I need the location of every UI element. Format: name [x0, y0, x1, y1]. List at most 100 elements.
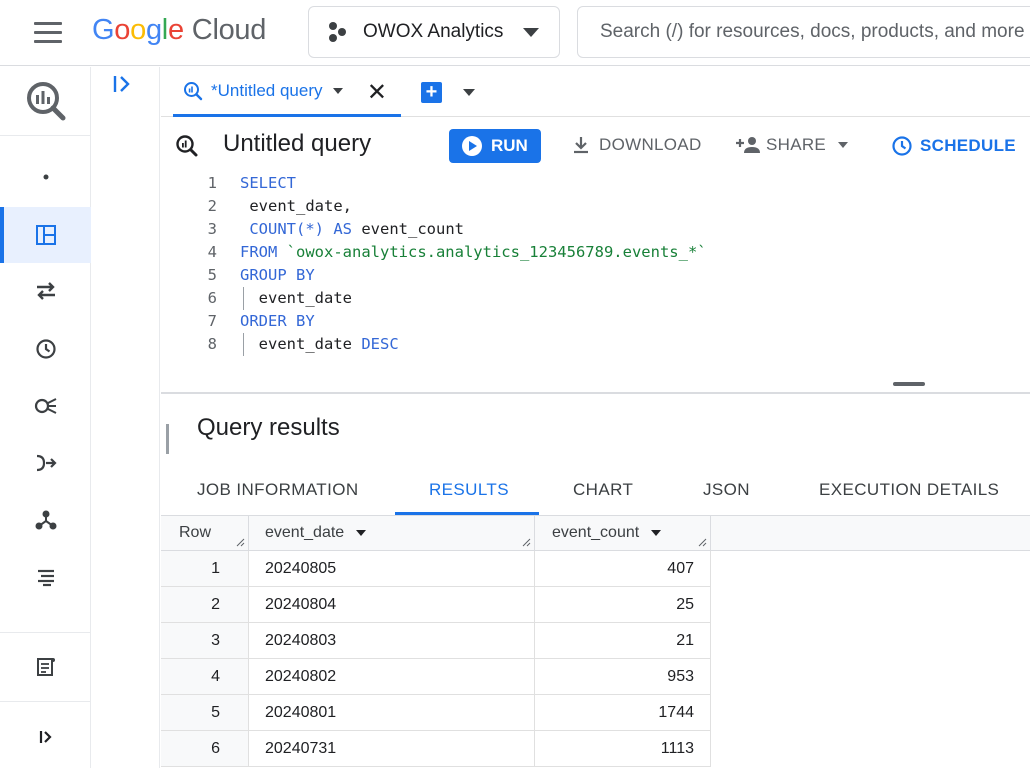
event-date-cell[interactable]: 20240803	[249, 623, 535, 659]
panel-resize-handle[interactable]	[166, 424, 169, 454]
left-nav-rail	[0, 67, 91, 768]
event-date-cell[interactable]: 20240801	[249, 695, 535, 731]
tab-label: *Untitled query	[211, 80, 323, 100]
main-menu-icon[interactable]	[34, 22, 62, 44]
play-icon	[462, 136, 482, 156]
sql-keyword: GROUP BY	[240, 266, 315, 284]
schedule-label: SCHEDULE	[920, 136, 1016, 155]
code-line[interactable]: event_date	[240, 289, 352, 307]
event-count-cell[interactable]: 407	[535, 551, 711, 587]
event-date-cell[interactable]: 20240802	[249, 659, 535, 695]
sql-keyword: SELECT	[240, 174, 296, 192]
event-date-cell[interactable]: 20240731	[249, 731, 535, 767]
sort-menu-icon[interactable]	[651, 530, 662, 536]
column-header-event-date[interactable]: event_date	[249, 516, 535, 551]
tab-job-information[interactable]: JOB INFORMATION	[197, 480, 359, 500]
dataform-icon[interactable]	[0, 435, 91, 491]
code-line[interactable]: event_date DESC	[240, 335, 399, 353]
logo-letter: o	[130, 14, 146, 46]
column-resize-icon[interactable]	[522, 538, 531, 547]
data-transfers-icon[interactable]	[0, 263, 91, 319]
tab-execution-details[interactable]: EXECUTION DETAILS	[819, 480, 999, 500]
row-number-cell[interactable]: 5	[161, 695, 249, 731]
sql-keyword: AS	[333, 220, 352, 238]
query-icon	[184, 81, 203, 100]
column-header-event-count[interactable]: event_count	[535, 516, 711, 551]
sort-menu-icon[interactable]	[356, 530, 367, 536]
row-number-cell[interactable]: 3	[161, 623, 249, 659]
header-filler	[711, 516, 1030, 551]
column-header-label: event_count	[552, 524, 640, 541]
event-count-cell[interactable]: 1744	[535, 695, 711, 731]
sql-token: event_date	[240, 289, 352, 307]
tab-untitled-query[interactable]: *Untitled query ✕	[173, 67, 401, 117]
code-line[interactable]: GROUP BY	[240, 266, 315, 284]
bigquery-logo-icon[interactable]	[0, 73, 91, 129]
studio-icon[interactable]	[0, 207, 91, 263]
tab-menu-caret-icon[interactable]	[332, 87, 343, 94]
sql-editor[interactable]: 1 2 3 4 5 6 7 8 SELECT event_date, COUNT(*) AS e…	[161, 172, 1030, 394]
expand-explorer-icon[interactable]	[110, 73, 136, 100]
expand-icon[interactable]	[0, 709, 91, 765]
column-header-row: Row	[161, 516, 249, 551]
column-resize-icon[interactable]	[698, 538, 707, 547]
project-icon	[329, 21, 351, 43]
editor-resize-handle[interactable]	[893, 382, 925, 386]
new-tab-menu-chevron-icon[interactable]	[463, 89, 475, 96]
event-count-cell[interactable]: 953	[535, 659, 711, 695]
sql-keyword: FROM	[240, 243, 287, 261]
line-number: 4	[207, 243, 217, 261]
active-tab-indicator	[395, 512, 539, 515]
dot-icon[interactable]	[0, 149, 91, 205]
column-resize-icon[interactable]	[236, 538, 245, 547]
column-header-label: event_date	[265, 524, 345, 541]
query-title-icon	[175, 134, 199, 163]
code-line[interactable]: COUNT(*) AS event_count	[240, 220, 464, 238]
code-line[interactable]: event_date,	[240, 197, 352, 215]
download-icon	[574, 137, 588, 154]
row-number-cell[interactable]: 4	[161, 659, 249, 695]
top-app-bar: Google Cloud OWOX Analytics	[0, 0, 1030, 66]
line-number: 3	[207, 220, 217, 238]
sql-keyword: DESC	[361, 335, 399, 353]
row-number-cell[interactable]: 1	[161, 551, 249, 587]
share-button[interactable]: SHARE	[735, 135, 849, 155]
code-line[interactable]: ORDER BY	[240, 312, 315, 330]
download-button[interactable]: DOWNLOAD	[571, 135, 702, 155]
run-button[interactable]: RUN	[449, 129, 541, 163]
project-picker-button[interactable]: OWOX Analytics	[308, 6, 560, 58]
event-date-cell[interactable]: 20240804	[249, 587, 535, 623]
new-query-plus-icon[interactable]: +	[421, 82, 442, 103]
share-label: SHARE	[766, 135, 827, 154]
event-count-cell[interactable]: 1113	[535, 731, 711, 767]
partner-center-icon[interactable]	[0, 492, 91, 548]
event-count-cell[interactable]: 21	[535, 623, 711, 659]
close-icon[interactable]: ✕	[367, 78, 387, 107]
logo-cloud-text: Cloud	[191, 14, 267, 46]
google-cloud-logo[interactable]: Google Cloud	[92, 14, 266, 47]
sql-token: event_count	[352, 220, 464, 238]
add-person-icon	[736, 137, 760, 153]
tab-chart[interactable]: CHART	[573, 480, 633, 500]
chevron-down-icon	[523, 28, 539, 37]
project-name: OWOX Analytics	[363, 21, 504, 42]
logo-letter: o	[114, 14, 131, 46]
row-number-cell[interactable]: 2	[161, 587, 249, 623]
code-line[interactable]: SELECT	[240, 174, 296, 192]
schedule-button[interactable]: SCHEDULE	[891, 135, 1016, 157]
logo-letter: g	[145, 14, 162, 46]
scheduled-queries-icon[interactable]	[0, 321, 91, 377]
event-date-cell[interactable]: 20240805	[249, 551, 535, 587]
code-line[interactable]: FROM `owox-analytics.analytics_123456789…	[240, 243, 707, 261]
tab-json[interactable]: JSON	[703, 480, 750, 500]
search-input[interactable]	[600, 21, 1030, 43]
line-number: 2	[207, 197, 217, 215]
analytics-hub-icon[interactable]	[0, 378, 91, 434]
tab-results[interactable]: RESULTS	[429, 480, 509, 500]
release-notes-icon[interactable]	[0, 639, 91, 695]
search-box[interactable]	[577, 6, 1030, 58]
event-count-cell[interactable]: 25	[535, 587, 711, 623]
settings-list-icon[interactable]	[0, 549, 91, 605]
row-number-cell[interactable]: 6	[161, 731, 249, 767]
explorer-panel-collapsed	[92, 67, 160, 768]
